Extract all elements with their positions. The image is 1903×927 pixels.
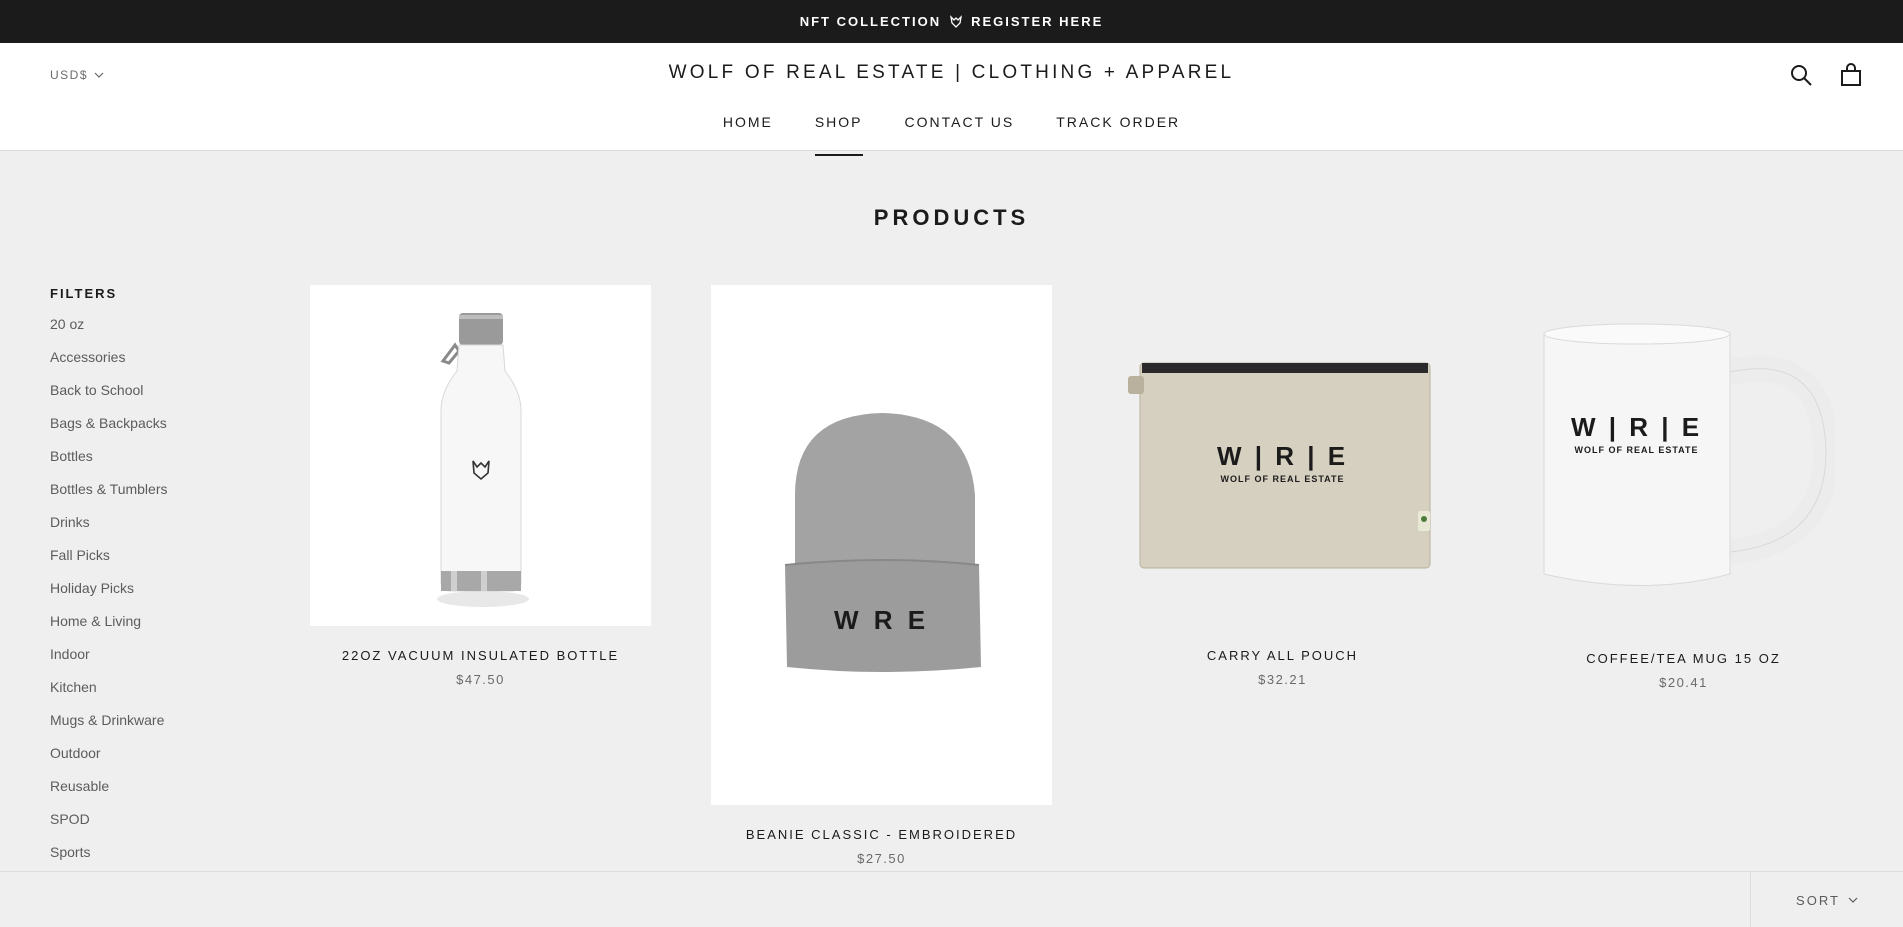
filters-heading: FILTERS xyxy=(50,286,118,301)
filter-item[interactable]: Bottles xyxy=(50,447,250,480)
wolf-logo-icon xyxy=(950,14,963,28)
nav-home[interactable]: HOME xyxy=(723,114,773,156)
main-nav: HOME SHOP CONTACT US TRACK ORDER xyxy=(0,114,1903,156)
announcement-nft-label: NFT COLLECTION xyxy=(799,14,942,29)
pouch-image: W | R | E WOLF OF REAL ESTATE xyxy=(1127,341,1438,571)
product-image-beanie[interactable]: W R E xyxy=(711,285,1052,805)
product-card[interactable]: W | R | E WOLF OF REAL ESTATE COFFEE/TEA… xyxy=(1513,285,1854,690)
sort-button[interactable]: SORT xyxy=(1750,872,1903,927)
shopping-bag-icon[interactable] xyxy=(1839,63,1863,87)
beanie-embroidered-logo: W R E xyxy=(833,605,930,635)
filter-item[interactable]: Holiday Picks xyxy=(50,579,250,612)
product-price: $32.21 xyxy=(1258,672,1307,687)
filter-item[interactable]: Bags & Backpacks xyxy=(50,414,250,447)
product-name[interactable]: COFFEE/TEA MUG 15 OZ xyxy=(1513,651,1854,666)
product-price: $47.50 xyxy=(456,672,505,687)
pouch-logo-subtitle: WOLF OF REAL ESTATE xyxy=(1220,473,1345,484)
filter-list: 20 oz Accessories Back to School Bags & … xyxy=(50,315,250,876)
product-card[interactable]: W R E BEANIE CLASSIC - EMBROIDERED $27.5… xyxy=(711,285,1052,866)
mug-logo-subtitle: WOLF OF REAL ESTATE xyxy=(1574,445,1699,455)
filter-item[interactable]: Accessories xyxy=(50,348,250,381)
filter-item[interactable]: Mugs & Drinkware xyxy=(50,711,250,744)
announcement-bar[interactable]: NFT COLLECTION REGISTER HERE xyxy=(0,0,1903,43)
sort-bar: SORT xyxy=(0,871,1903,927)
filter-item[interactable]: 20 oz xyxy=(50,315,250,348)
product-card[interactable]: 22OZ VACUUM INSULATED BOTTLE $47.50 xyxy=(310,285,651,687)
filter-item[interactable]: Fall Picks xyxy=(50,546,250,579)
product-name[interactable]: BEANIE CLASSIC - EMBROIDERED xyxy=(711,827,1052,842)
nav-track-order[interactable]: TRACK ORDER xyxy=(1056,114,1180,156)
beanie-image: W R E xyxy=(767,405,997,685)
chevron-down-icon xyxy=(1848,897,1858,903)
filter-item[interactable]: Back to School xyxy=(50,381,250,414)
filter-item[interactable]: Drinks xyxy=(50,513,250,546)
nav-contact-us[interactable]: CONTACT US xyxy=(905,114,1015,156)
filter-item[interactable]: Reusable xyxy=(50,777,250,810)
product-price: $27.50 xyxy=(857,851,906,866)
search-icon[interactable] xyxy=(1789,63,1813,87)
site-header: USD$ WOLF OF REAL ESTATE | CLOTHING + AP… xyxy=(0,43,1903,156)
sort-label: SORT xyxy=(1796,892,1840,908)
filter-item[interactable]: Indoor xyxy=(50,645,250,678)
filter-item[interactable]: Outdoor xyxy=(50,744,250,777)
product-card[interactable]: W | R | E WOLF OF REAL ESTATE CARRY ALL … xyxy=(1112,285,1453,687)
filter-item[interactable]: Home & Living xyxy=(50,612,250,645)
page-title: PRODUCTS xyxy=(873,205,1030,230)
mug-logo: W | R | E xyxy=(1570,412,1703,442)
pouch-logo: W | R | E xyxy=(1216,440,1349,471)
mug-image: W | R | E WOLF OF REAL ESTATE xyxy=(1534,312,1834,602)
filters-sidebar: FILTERS 20 oz Accessories Back to School… xyxy=(50,286,250,876)
product-image-mug[interactable]: W | R | E WOLF OF REAL ESTATE xyxy=(1513,285,1854,629)
product-name[interactable]: CARRY ALL POUCH xyxy=(1112,648,1453,663)
product-image-pouch[interactable]: W | R | E WOLF OF REAL ESTATE xyxy=(1112,285,1453,626)
filter-item[interactable]: Kitchen xyxy=(50,678,250,711)
filter-item[interactable]: SPOD xyxy=(50,810,250,843)
announcement-register-link[interactable]: REGISTER HERE xyxy=(971,14,1103,29)
nav-shop[interactable]: SHOP xyxy=(814,114,863,156)
brand-title[interactable]: WOLF OF REAL ESTATE | CLOTHING + APPAREL xyxy=(0,62,1903,84)
bottle-image xyxy=(436,312,529,607)
product-price: $20.41 xyxy=(1659,675,1708,690)
product-image-bottle[interactable] xyxy=(310,285,651,626)
product-name[interactable]: 22OZ VACUUM INSULATED BOTTLE xyxy=(310,648,651,663)
filter-item[interactable]: Bottles & Tumblers xyxy=(50,480,250,513)
